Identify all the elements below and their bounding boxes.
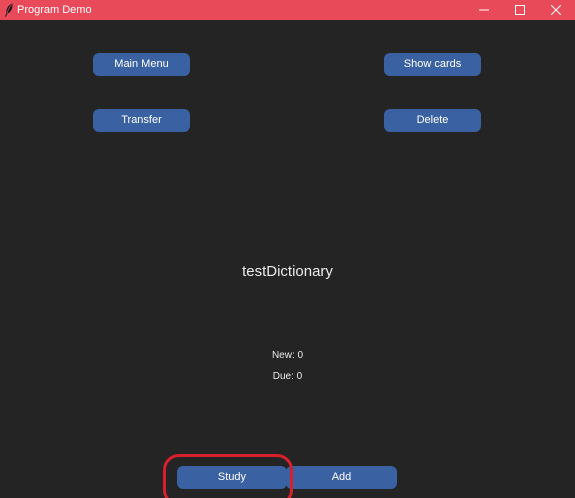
window-title: Program Demo [17, 4, 92, 16]
show-cards-button[interactable]: Show cards [384, 53, 481, 76]
deck-name: testDictionary [242, 263, 333, 280]
close-icon [551, 5, 561, 15]
transfer-button[interactable]: Transfer [93, 109, 190, 132]
new-count: New: 0 [271, 350, 304, 361]
maximize-icon [515, 5, 525, 15]
app-window: Program Demo Main Menu Show cards Transf… [0, 0, 575, 498]
close-button[interactable] [533, 0, 575, 20]
feather-icon [4, 3, 14, 17]
add-button[interactable]: Add [286, 466, 397, 489]
due-count: Due: 0 [272, 371, 303, 382]
title-bar[interactable]: Program Demo [0, 0, 575, 20]
delete-button[interactable]: Delete [384, 109, 481, 132]
minimize-icon [479, 9, 489, 11]
main-menu-button[interactable]: Main Menu [93, 53, 190, 76]
study-button[interactable]: Study [177, 466, 287, 489]
